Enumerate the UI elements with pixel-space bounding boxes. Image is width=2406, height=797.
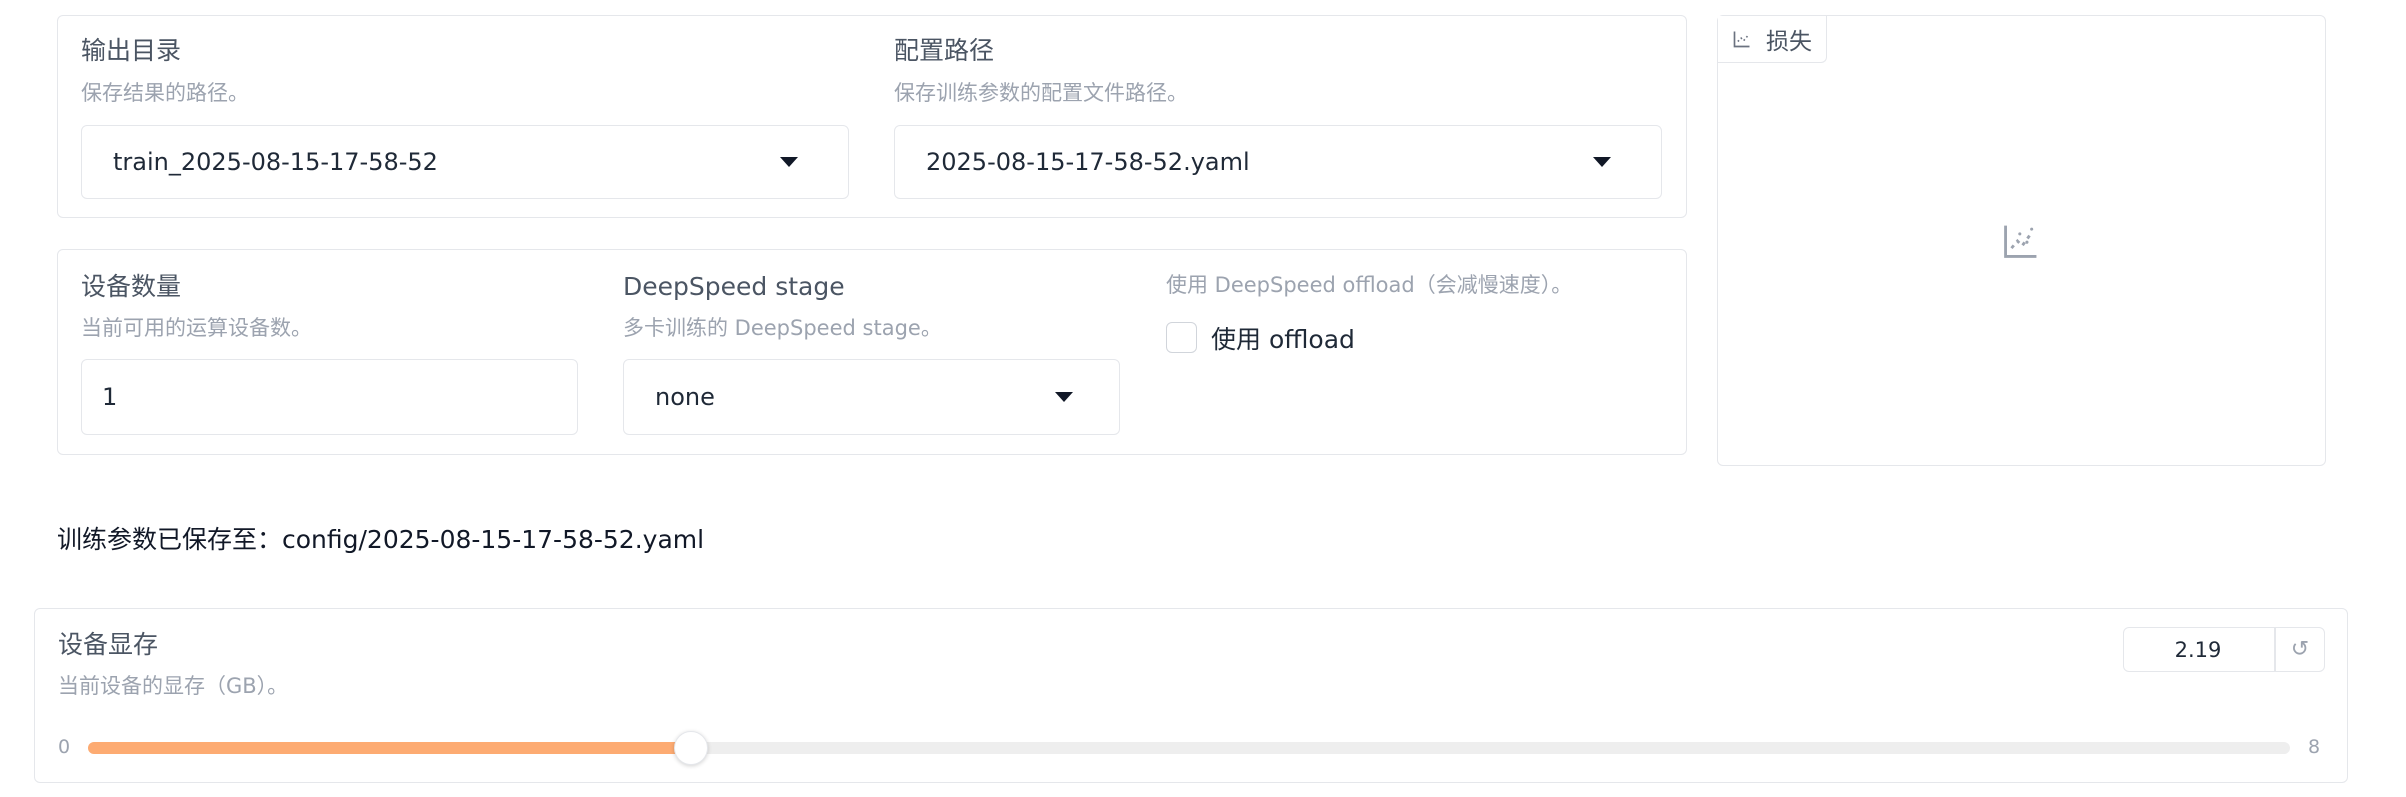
config-path-info: 保存训练参数的配置文件路径。 (894, 81, 1188, 105)
chevron-down-icon (1593, 157, 1611, 167)
slider-max-label: 8 (2308, 736, 2321, 758)
ds-offload-info: 使用 DeepSpeed offload（会减慢速度）。 (1166, 273, 1573, 297)
output-dir-value: train_2025-08-15-17-58-52 (113, 148, 438, 176)
device-count-info: 当前可用的运算设备数。 (81, 316, 312, 340)
slider-fill (88, 742, 692, 754)
output-dir-dropdown[interactable]: train_2025-08-15-17-58-52 (81, 125, 849, 199)
gpu-memory-panel (34, 608, 2348, 783)
gpu-memory-label: 设备显存 (58, 630, 159, 659)
ds-stage-value: none (655, 383, 715, 411)
ds-stage-info: 多卡训练的 DeepSpeed stage。 (623, 316, 942, 340)
loss-plot-tab-label: 损失 (1766, 29, 1812, 55)
chart-icon (1733, 31, 1750, 48)
device-count-label: 设备数量 (81, 272, 182, 301)
chart-icon (2004, 225, 2037, 258)
device-count-input[interactable]: 1 (81, 359, 578, 435)
device-count-value: 1 (102, 383, 118, 411)
config-path-dropdown[interactable]: 2025-08-15-17-58-52.yaml (894, 125, 1662, 199)
ds-offload-checkbox-label[interactable]: 使用 offload (1211, 320, 1355, 356)
gpu-memory-number-input[interactable]: 2.19 ↺ (2123, 627, 2325, 672)
output-dir-info: 保存结果的路径。 (81, 81, 249, 105)
loss-plot-tab: 损失 (1718, 16, 1827, 63)
gpu-memory-slider[interactable] (88, 731, 2290, 765)
config-path-value: 2025-08-15-17-58-52.yaml (926, 148, 1250, 176)
gpu-memory-value: 2.19 (2174, 637, 2222, 662)
slider-min-label: 0 (58, 736, 71, 758)
output-dir-label: 输出目录 (81, 36, 182, 65)
chevron-down-icon (1055, 392, 1073, 402)
ds-stage-label: DeepSpeed stage (623, 272, 845, 301)
save-status-message: 训练参数已保存至：config/2025-08-15-17-58-52.yaml (57, 525, 705, 554)
ds-offload-checkbox[interactable] (1166, 322, 1197, 353)
gpu-memory-info: 当前设备的显存（GB）。 (58, 674, 289, 698)
reset-icon[interactable]: ↺ (2276, 628, 2324, 671)
chevron-down-icon (780, 157, 798, 167)
config-path-label: 配置路径 (894, 36, 995, 65)
ds-stage-dropdown[interactable]: none (623, 359, 1120, 435)
